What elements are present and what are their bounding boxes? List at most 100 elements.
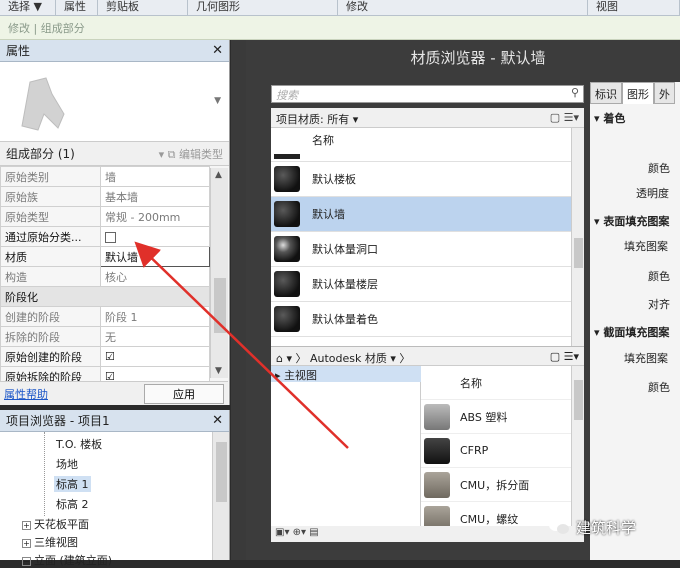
tree-item-3d[interactable]: + 三维视图 (22, 534, 78, 550)
tree-item-elevation[interactable]: − 立面 (建筑立面) (22, 552, 112, 568)
properties-title: 属性 (6, 44, 31, 58)
chevron-down-icon[interactable]: ▼ (214, 96, 221, 106)
browser-scrollbar[interactable] (212, 432, 229, 560)
project-materials-filter[interactable]: 项目材质: 所有 ▾ (276, 111, 358, 126)
properties-scrollbar[interactable]: ▲ ▼ (210, 168, 228, 378)
tree-item[interactable]: 标高 2 (56, 496, 89, 512)
apply-button[interactable]: 应用 (144, 383, 224, 404)
watermark: 建筑科学 (548, 512, 680, 542)
list-item[interactable]: 默认体量楼层 (271, 267, 584, 302)
thumb-header (274, 154, 300, 159)
material-swatch (274, 271, 300, 297)
prop-checkbox[interactable]: ☑ (100, 346, 210, 367)
prop-key: 材质 (0, 246, 101, 267)
library-tree-label: 主视图 (284, 369, 318, 382)
library-list-header: 名称 (421, 366, 584, 400)
project-browser: 项目浏览器 - 项目1 ✕ T.O. 楼板 场地 标高 1 标高 2 + 天花板平… (0, 410, 230, 567)
list-item-selected[interactable]: 默认墙 (271, 197, 584, 232)
wall-component-icon (21, 77, 65, 131)
browser-tree: T.O. 楼板 场地 标高 1 标高 2 + 天花板平面 + 三维视图 − 立面 (建… (0, 432, 212, 567)
chevron-down-icon[interactable]: ▼ (215, 366, 222, 376)
tree-item-label: 三维视图 (34, 536, 78, 549)
tree-item-ceiling[interactable]: + 天花板平面 (22, 516, 89, 532)
library-list-scrollbar[interactable] (571, 366, 584, 526)
material-editor-panel: 标识 图形 外 ▾ 着色 颜色 透明度 ▾ 表面填充图案 填充图案 颜色 对齐 … (590, 82, 680, 560)
type-selector[interactable]: 组成部分 (1) ▾ ⧉ 编辑类型 (0, 142, 229, 166)
tree-item-label: 立面 (建筑立面) (34, 554, 113, 567)
group-phase-label: 阶段化 (0, 286, 210, 307)
cut-fill-pattern-label: 填充图案 (624, 352, 668, 365)
search-placeholder: 搜索 (276, 89, 298, 102)
table-row: 原始族 基本墙 (0, 186, 210, 207)
expand-icon[interactable]: + (22, 538, 31, 548)
tree-item[interactable]: 场地 (56, 456, 78, 472)
dialog-footer-toolbar[interactable]: ▣▾ ⊕▾ ▤ (271, 526, 584, 542)
scrollbar-thumb[interactable] (574, 380, 583, 420)
prop-key: 创建的阶段 (0, 306, 101, 327)
expand-icon[interactable]: − (22, 556, 31, 566)
prop-key: 拆除的阶段 (0, 326, 101, 347)
library-material-name: CMU，螺纹 (460, 512, 519, 526)
ribbon-tab-modify[interactable]: 修改 (338, 0, 588, 15)
prop-key: 通过原始分类... (0, 226, 101, 247)
header-spacer (424, 370, 450, 396)
ribbon-tab-properties[interactable]: 属性 (56, 0, 98, 15)
ribbon-tab-clipboard[interactable]: 剪贴板 (98, 0, 188, 15)
list-header: 名称 (271, 128, 584, 162)
list-item[interactable]: CFRP (421, 434, 584, 468)
prop-value: 无 (100, 326, 210, 347)
edit-type-button[interactable]: ▾ ⧉ 编辑类型 (159, 146, 223, 162)
ribbon-tab-geometry[interactable]: 几何图形 (188, 0, 338, 15)
expand-icon[interactable]: + (22, 520, 31, 530)
ribbon-tab-view[interactable]: 视图 (588, 0, 680, 15)
by-original-checkbox[interactable] (105, 231, 116, 243)
tab-appearance[interactable]: 外 (654, 82, 675, 104)
material-list-scrollbar[interactable] (571, 128, 584, 346)
tree-connector (44, 432, 45, 516)
chevron-up-icon[interactable]: ▲ (215, 170, 222, 180)
tree-item[interactable]: T.O. 楼板 (56, 436, 102, 452)
search-icon[interactable]: ⚲ (571, 86, 579, 99)
table-row: 原始类型 常规 - 200mm (0, 206, 210, 227)
scrollbar-thumb[interactable] (214, 278, 226, 333)
column-name[interactable]: 名称 (312, 132, 334, 148)
close-icon[interactable]: ✕ (212, 43, 223, 58)
list-item[interactable]: CMU，拆分面 (421, 468, 584, 502)
list-item[interactable]: ABS 塑料 (421, 400, 584, 434)
context-bar: 修改 | 组成部分 (0, 16, 680, 40)
tab-graphics[interactable]: 图形 (622, 82, 654, 104)
material-search-input[interactable]: 搜索 ⚲ (271, 85, 584, 103)
list-item[interactable]: 默认楼板 (271, 162, 584, 197)
material-swatch (274, 201, 300, 227)
library-material-name: CFRP (460, 444, 489, 457)
scrollbar-thumb[interactable] (216, 442, 227, 502)
close-icon[interactable]: ✕ (212, 413, 223, 428)
section-surface-pattern[interactable]: ▾ 表面填充图案 (594, 213, 669, 229)
material-name: 默认楼板 (312, 173, 356, 186)
scrollbar-thumb[interactable] (574, 238, 583, 268)
library-selector[interactable]: ⌂ ▾ 〉 Autodesk 材质 ▾ 〉 (276, 350, 410, 365)
tree-item-selected[interactable]: 标高 1 (54, 476, 91, 492)
list-item[interactable]: 默认体量洞口 (271, 232, 584, 267)
tab-identity[interactable]: 标识 (590, 82, 622, 104)
list-item[interactable]: 默认体量着色 (271, 302, 584, 337)
project-browser-title-bar: 项目浏览器 - 项目1 ✕ (0, 410, 229, 432)
section-shading[interactable]: ▾ 着色 (594, 110, 625, 126)
prop-value[interactable] (100, 226, 210, 247)
properties-help-link[interactable]: 属性帮助 (4, 386, 48, 402)
view-options-icon[interactable]: ▢ ☰▾ (550, 350, 579, 363)
material-field[interactable]: 默认墙 (100, 246, 210, 267)
table-row: 材质 默认墙 (0, 246, 210, 267)
library-tree-home[interactable]: ▸ 主视图 (271, 366, 421, 382)
library-name: Autodesk 材质 ▾ (310, 352, 396, 365)
ribbon-tab-select[interactable]: 选择 ▼ (0, 0, 56, 15)
properties-table: 原始类别墙 原始族 基本墙 原始类型 常规 - 200mm 通过原始分类... 材质… (0, 166, 210, 387)
prop-value: 基本墙 (100, 186, 210, 207)
table-group-header[interactable]: 阶段化 (0, 286, 210, 307)
library-column-name[interactable]: 名称 (460, 375, 482, 391)
section-cut-pattern[interactable]: ▾ 截面填充图案 (594, 324, 669, 340)
view-options-icon[interactable]: ▢ ☰▾ (550, 111, 579, 124)
dialog-title: 材质浏览器 - 默认墙 (410, 49, 546, 67)
prop-value: 常规 - 200mm (100, 206, 210, 227)
shading-color-label: 颜色 (648, 162, 670, 175)
